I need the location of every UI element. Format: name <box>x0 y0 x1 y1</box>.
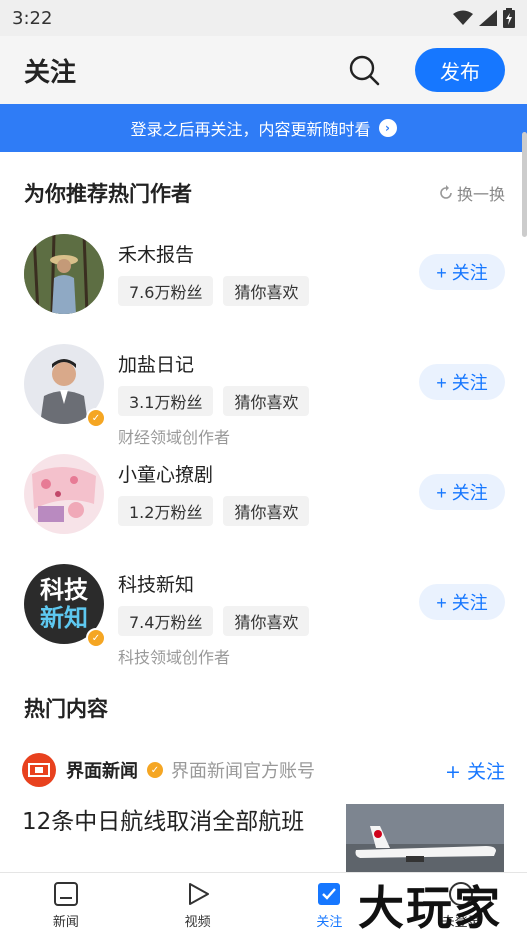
status-icons <box>453 8 515 28</box>
publish-button[interactable]: 发布 <box>415 48 505 92</box>
author-description: 科技领域创作者 <box>118 648 231 667</box>
fans-count: 7.4万粉丝 <box>118 606 214 636</box>
chevron-right-icon: › <box>378 119 397 137</box>
signal-icon <box>479 10 497 26</box>
author-item[interactable]: 小童心撩剧 1.2万粉丝 猜你喜欢 + 关注 <box>0 454 527 564</box>
recommend-header: 为你推荐热门作者 换一换 <box>0 152 527 234</box>
author-tags: 7.6万粉丝 猜你喜欢 <box>118 276 310 306</box>
author-name: 禾木报告 <box>118 244 195 266</box>
recommend-tag: 猜你喜欢 <box>223 276 310 306</box>
author-tags: 3.1万粉丝 猜你喜欢 <box>118 386 310 416</box>
author-item[interactable]: ✓ 加盐日记 3.1万粉丝 猜你喜欢 财经领域创作者 + 关注 <box>0 344 527 454</box>
login-banner[interactable]: 登录之后再关注，内容更新随时看 › <box>0 104 527 152</box>
author-name: 加盐日记 <box>118 354 195 376</box>
fans-count: 3.1万粉丝 <box>118 386 214 416</box>
nav-label: 新闻 <box>52 915 79 930</box>
recommend-tag: 猜你喜欢 <box>223 386 310 416</box>
jiemian-logo-icon[interactable] <box>22 753 56 787</box>
follow-button[interactable]: + 关注 <box>419 474 505 510</box>
nav-item-video[interactable]: 视频 <box>132 873 264 938</box>
source-description: 界面新闻官方账号 <box>171 761 315 782</box>
post-title[interactable]: 12条中日航线取消全部航班 <box>22 802 304 836</box>
recommend-tag: 猜你喜欢 <box>223 606 310 636</box>
wifi-icon <box>453 10 473 25</box>
nav-item-news[interactable]: 新闻 <box>0 873 132 938</box>
news-icon <box>53 882 78 906</box>
author-name: 小童心撩剧 <box>118 464 214 486</box>
watermark-logo: 大玩家 <box>358 881 502 935</box>
page-header: 关注 发布 <box>0 36 527 104</box>
author-name: 科技新知 <box>118 574 195 596</box>
fans-count: 1.2万粉丝 <box>118 496 214 526</box>
avatar[interactable] <box>24 234 104 314</box>
verified-icon: ✓ <box>86 628 106 648</box>
follow-button[interactable]: + 关注 <box>419 584 505 620</box>
nav-label: 关注 <box>316 915 343 930</box>
verified-icon: ✓ <box>147 762 163 778</box>
post-source: 界面新闻 ✓ 界面新闻官方账号 + 关注 <box>0 750 527 790</box>
avatar-text-top: 科技 <box>40 576 88 604</box>
refresh-button[interactable]: 换一换 <box>438 181 505 205</box>
fans-count: 7.6万粉丝 <box>118 276 214 306</box>
recommend-title: 为你推荐热门作者 <box>24 182 192 206</box>
author-tags: 7.4万粉丝 猜你喜欢 <box>118 606 310 636</box>
recommend-tag: 猜你喜欢 <box>223 496 310 526</box>
status-time: 3:22 <box>12 7 53 29</box>
author-description: 财经领域创作者 <box>118 428 231 447</box>
play-icon <box>188 883 209 905</box>
status-bar: 3:22 <box>0 0 527 36</box>
refresh-label: 换一换 <box>456 185 505 204</box>
verified-icon: ✓ <box>86 408 106 428</box>
avatar-text-bottom: 新知 <box>40 604 88 632</box>
follow-button[interactable]: + 关注 <box>419 254 505 290</box>
post-thumbnail[interactable] <box>346 804 504 874</box>
author-item[interactable]: 禾木报告 7.6万粉丝 猜你喜欢 + 关注 <box>0 234 527 344</box>
source-name[interactable]: 界面新闻 <box>66 757 138 783</box>
refresh-icon <box>440 185 452 199</box>
hot-content-title: 热门内容 <box>24 697 108 721</box>
author-item[interactable]: 科技 新知 ✓ 科技新知 7.4万粉丝 猜你喜欢 科技领域创作者 + 关注 <box>0 564 527 667</box>
follow-button[interactable]: + 关注 <box>419 364 505 400</box>
page-title: 关注 <box>24 57 77 88</box>
search-icon[interactable] <box>347 53 381 87</box>
source-follow-button[interactable]: + 关注 <box>445 757 505 784</box>
battery-icon <box>503 8 515 28</box>
avatar[interactable] <box>24 454 104 534</box>
login-banner-text: 登录之后再关注，内容更新随时看 <box>130 120 371 139</box>
scrollbar[interactable] <box>522 132 527 237</box>
nav-label: 视频 <box>184 915 211 930</box>
follow-check-icon <box>318 883 341 905</box>
author-tags: 1.2万粉丝 猜你喜欢 <box>118 496 310 526</box>
